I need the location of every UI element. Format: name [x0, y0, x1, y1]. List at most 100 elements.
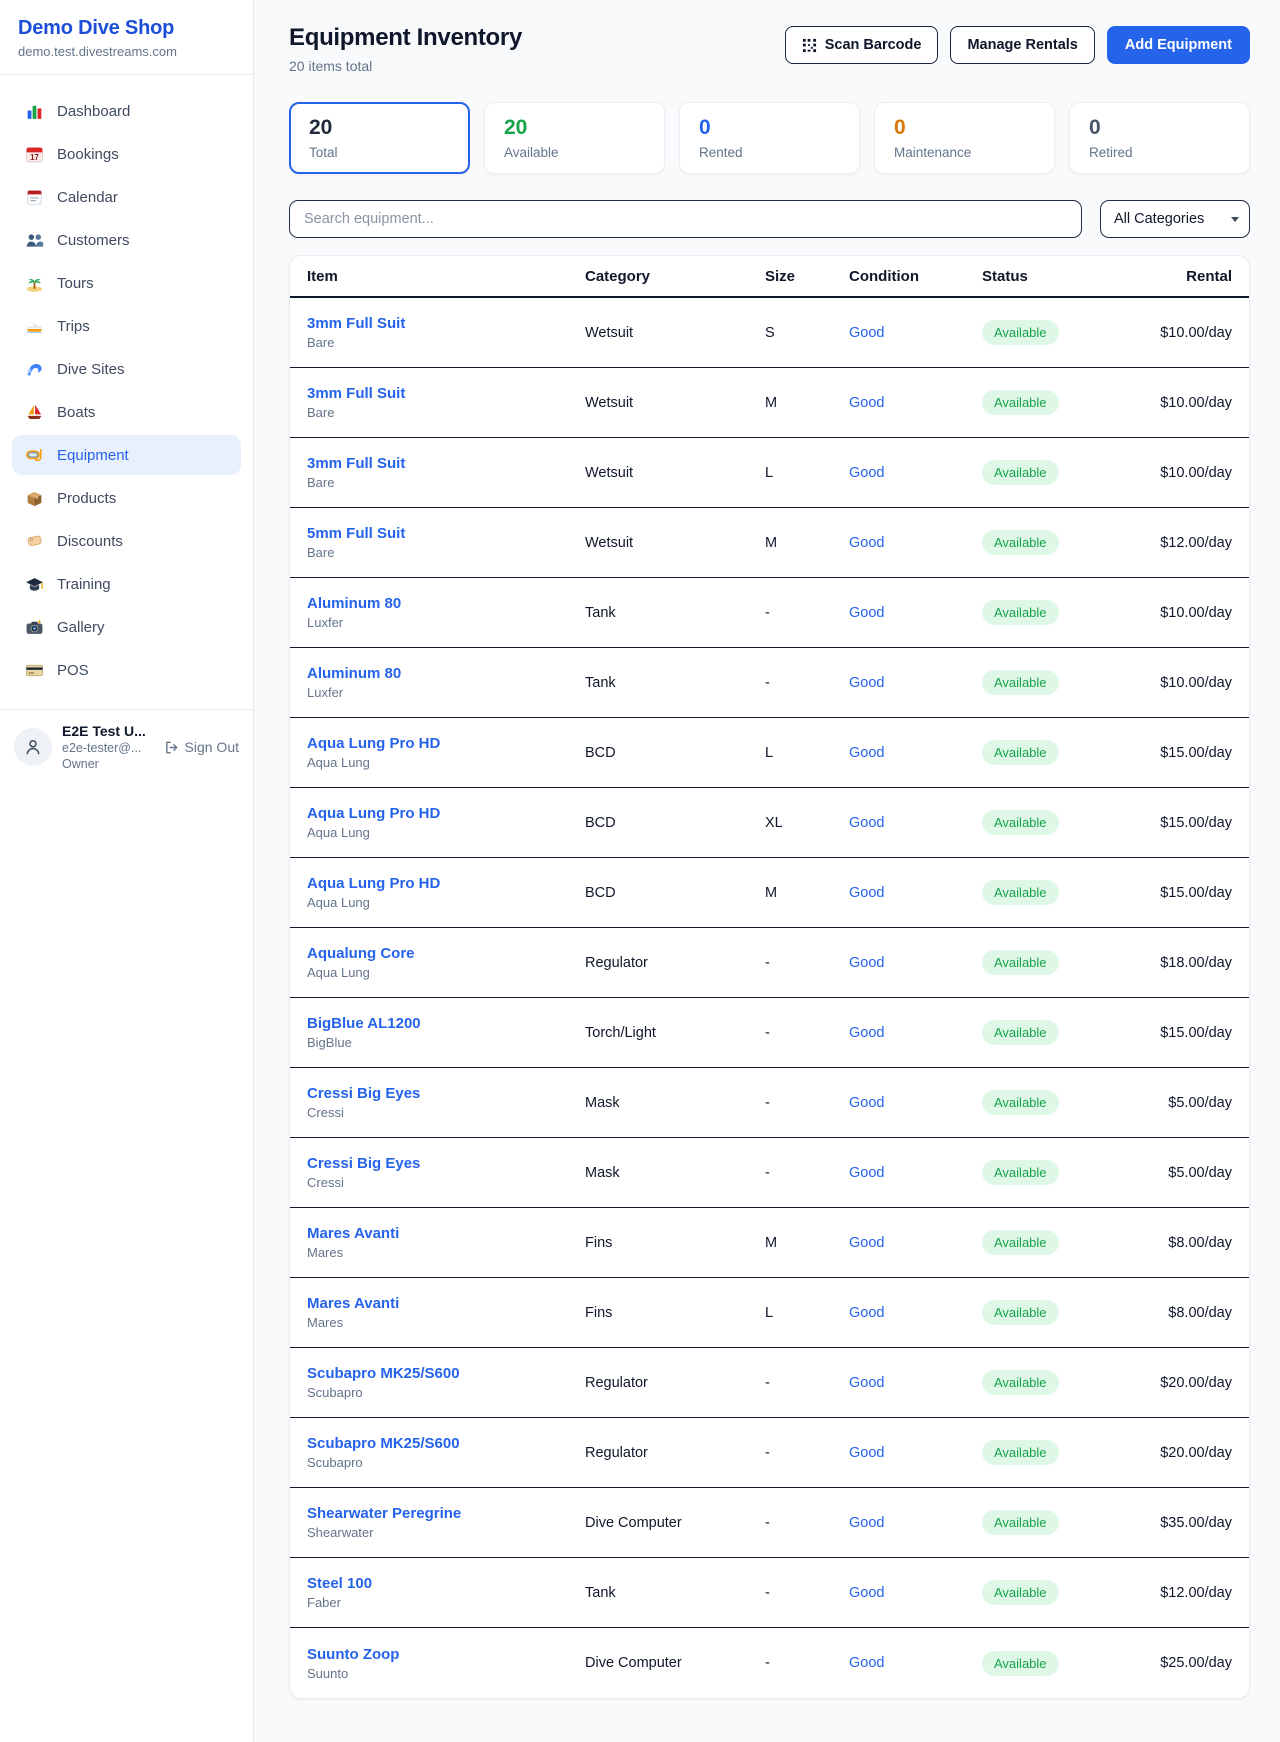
item-name-link[interactable]: Mares Avanti — [307, 1295, 585, 1312]
stat-card-maintenance[interactable]: 0Maintenance — [874, 102, 1055, 174]
item-name-link[interactable]: Aqualung Core — [307, 945, 585, 962]
manage-rentals-button[interactable]: Manage Rentals — [950, 26, 1094, 64]
item-name-link[interactable]: BigBlue AL1200 — [307, 1015, 585, 1032]
sidebar-item-label: Dashboard — [57, 103, 130, 120]
sidebar-item-label: Products — [57, 490, 116, 507]
sidebar-item-tours[interactable]: Tours — [12, 263, 241, 303]
sidebar-nav: Dashboard 17BookingsCalendarCustomersTour… — [0, 75, 253, 701]
sidebar-item-trips[interactable]: Trips — [12, 306, 241, 346]
condition-link[interactable]: Good — [849, 1375, 982, 1391]
item-name-link[interactable]: Steel 100 — [307, 1575, 585, 1592]
condition-link[interactable]: Good — [849, 1165, 982, 1181]
item-name-link[interactable]: Mares Avanti — [307, 1225, 585, 1242]
status-badge: Available — [982, 460, 1059, 485]
stat-card-available[interactable]: 20Available — [484, 102, 665, 174]
size-cell: L — [765, 745, 849, 761]
condition-link[interactable]: Good — [849, 815, 982, 831]
sidebar-item-dive-sites[interactable]: Dive Sites — [12, 349, 241, 389]
condition-link[interactable]: Good — [849, 1095, 982, 1111]
item-name-link[interactable]: 3mm Full Suit — [307, 385, 585, 402]
status-cell: Available — [982, 390, 1152, 415]
condition-link[interactable]: Good — [849, 1445, 982, 1461]
sidebar-item-equipment[interactable]: Equipment — [12, 435, 241, 475]
condition-link[interactable]: Good — [849, 395, 982, 411]
status-badge: Available — [982, 1090, 1059, 1115]
stat-label: Available — [504, 145, 645, 160]
item-name-link[interactable]: Aluminum 80 — [307, 665, 585, 682]
condition-link[interactable]: Good — [849, 675, 982, 691]
status-badge: Available — [982, 320, 1059, 345]
sidebar-item-training[interactable]: Training — [12, 564, 241, 604]
sidebar-item-boats[interactable]: Boats — [12, 392, 241, 432]
avatar — [14, 728, 52, 766]
user-section: E2E Test U... e2e-tester@... Owner Sign … — [0, 709, 253, 784]
item-name-link[interactable]: Aluminum 80 — [307, 595, 585, 612]
sidebar-item-bookings[interactable]: 17Bookings — [12, 134, 241, 174]
package-icon — [25, 489, 44, 508]
status-badge: Available — [982, 670, 1059, 695]
item-name-link[interactable]: Scubapro MK25/S600 — [307, 1365, 585, 1382]
palm-island-icon — [25, 274, 44, 293]
person-icon — [23, 737, 43, 757]
condition-link[interactable]: Good — [849, 885, 982, 901]
scan-barcode-button[interactable]: Scan Barcode — [785, 26, 939, 64]
item-name-link[interactable]: 3mm Full Suit — [307, 315, 585, 332]
add-equipment-button[interactable]: Add Equipment — [1107, 26, 1250, 64]
item-name-link[interactable]: Aqua Lung Pro HD — [307, 875, 585, 892]
condition-link[interactable]: Good — [849, 1305, 982, 1321]
column-header-category: Category — [585, 268, 765, 285]
category-cell: Wetsuit — [585, 395, 765, 411]
stat-card-rented[interactable]: 0Rented — [679, 102, 860, 174]
condition-link[interactable]: Good — [849, 955, 982, 971]
condition-link[interactable]: Good — [849, 1585, 982, 1601]
item-brand: Aqua Lung — [307, 825, 585, 840]
size-cell: - — [765, 955, 849, 971]
item-name-link[interactable]: Cressi Big Eyes — [307, 1085, 585, 1102]
item-name-link[interactable]: Aqua Lung Pro HD — [307, 805, 585, 822]
item-name-link[interactable]: Scubapro MK25/S600 — [307, 1435, 585, 1452]
stat-value: 0 — [1089, 116, 1230, 140]
sidebar-item-gallery[interactable]: Gallery — [12, 607, 241, 647]
condition-link[interactable]: Good — [849, 325, 982, 341]
condition-link[interactable]: Good — [849, 1655, 982, 1671]
sidebar-item-dashboard[interactable]: Dashboard — [12, 91, 241, 131]
status-cell: Available — [982, 1580, 1152, 1605]
condition-link[interactable]: Good — [849, 745, 982, 761]
search-input[interactable] — [289, 200, 1082, 238]
stats-cards: 20Total20Available0Rented0Maintenance0Re… — [289, 102, 1250, 174]
stat-card-total[interactable]: 20Total — [289, 102, 470, 174]
sidebar-item-products[interactable]: Products — [12, 478, 241, 518]
item-name-link[interactable]: Shearwater Peregrine — [307, 1505, 585, 1522]
svg-text:17: 17 — [30, 152, 39, 161]
item-name-link[interactable]: 3mm Full Suit — [307, 455, 585, 472]
status-cell: Available — [982, 1651, 1152, 1676]
condition-link[interactable]: Good — [849, 1025, 982, 1041]
status-cell: Available — [982, 600, 1152, 625]
size-cell: M — [765, 1235, 849, 1251]
sidebar-item-calendar[interactable]: Calendar — [12, 177, 241, 217]
sign-out-button[interactable]: Sign Out — [164, 739, 239, 755]
sidebar-item-customers[interactable]: Customers — [12, 220, 241, 260]
item-name-link[interactable]: Cressi Big Eyes — [307, 1155, 585, 1172]
category-cell: Dive Computer — [585, 1655, 765, 1671]
sidebar-item-discounts[interactable]: Discounts — [12, 521, 241, 561]
stat-card-retired[interactable]: 0Retired — [1069, 102, 1250, 174]
condition-link[interactable]: Good — [849, 1515, 982, 1531]
size-cell: - — [765, 1585, 849, 1601]
graduation-cap-icon — [25, 575, 44, 594]
table-row: Mares AvantiMaresFinsMGoodAvailable$8.00… — [290, 1208, 1249, 1278]
item-cell: Aqua Lung Pro HDAqua Lung — [307, 875, 585, 910]
item-name-link[interactable]: Aqua Lung Pro HD — [307, 735, 585, 752]
rental-rate-cell: $25.00/day — [1152, 1655, 1232, 1671]
sidebar-item-label: Training — [57, 576, 111, 593]
rental-rate-cell: $5.00/day — [1152, 1165, 1232, 1181]
sidebar-item-pos[interactable]: POS — [12, 650, 241, 690]
category-select[interactable]: All Categories — [1100, 200, 1250, 238]
condition-link[interactable]: Good — [849, 535, 982, 551]
logout-icon — [164, 740, 179, 755]
condition-link[interactable]: Good — [849, 1235, 982, 1251]
item-name-link[interactable]: Suunto Zoop — [307, 1646, 585, 1663]
condition-link[interactable]: Good — [849, 465, 982, 481]
item-name-link[interactable]: 5mm Full Suit — [307, 525, 585, 542]
condition-link[interactable]: Good — [849, 605, 982, 621]
